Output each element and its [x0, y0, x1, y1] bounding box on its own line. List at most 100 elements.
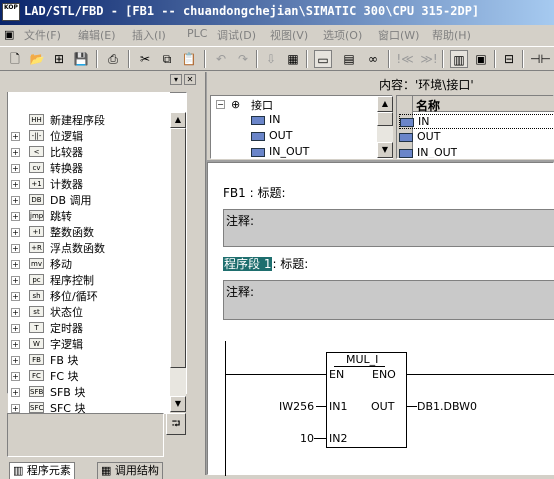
table-row[interactable]: IN_OUT [399, 146, 457, 158]
collapse-icon[interactable]: − [216, 100, 225, 109]
tree-item[interactable]: + +R 浮点数函数 [8, 240, 170, 256]
tree-item[interactable]: + DB DB 调用 [8, 192, 170, 208]
expand-icon[interactable]: + [11, 324, 20, 333]
menu-debug[interactable]: 调试(D) [217, 27, 256, 43]
expand-icon[interactable]: + [11, 212, 20, 221]
menu-options[interactable]: 选项(O) [323, 27, 362, 43]
overview-icon[interactable]: ▭ [314, 50, 332, 68]
tree-item[interactable]: + pc 程序控制 [8, 272, 170, 288]
column-header-name[interactable]: 名称 [416, 97, 440, 114]
tab-call-structure[interactable]: ▦ 调用结构 [97, 462, 163, 479]
expand-icon[interactable]: + [11, 340, 20, 349]
monitor-icon[interactable]: ▤ [340, 50, 358, 68]
help-pointer-icon[interactable]: ⮒ [166, 413, 186, 435]
tree-item[interactable]: + FB FB 块 [8, 352, 170, 368]
print-icon[interactable]: ⎙ [104, 50, 122, 68]
contact-icon[interactable]: ⊣⊢ [530, 50, 551, 68]
tree-item[interactable]: + SFB SFB 块 [8, 384, 170, 400]
in2-operand[interactable]: 10 [300, 432, 314, 445]
open-icon[interactable]: 📂 [28, 50, 46, 68]
interface-root-label[interactable]: 接口 [251, 97, 273, 112]
details-icon[interactable]: ▣ [472, 50, 490, 68]
tree-item[interactable]: + W 字逻辑 [8, 336, 170, 352]
next-error-icon[interactable]: ≫! [420, 50, 438, 68]
prev-error-icon[interactable]: !≪ [396, 50, 414, 68]
redo-icon[interactable]: ↷ [234, 50, 252, 68]
tree-item[interactable]: + SFC SFC 块 [8, 400, 170, 414]
menu-insert[interactable]: 插入(I) [132, 27, 166, 43]
tree-scrollbar[interactable]: ▲ ▼ [170, 112, 186, 412]
expand-icon[interactable]: + [11, 244, 20, 253]
in1-operand[interactable]: IW256 [279, 400, 314, 413]
expand-icon[interactable]: + [11, 292, 20, 301]
network-label[interactable]: 程序段 1 [223, 257, 273, 271]
save-icon[interactable]: 💾 [72, 50, 90, 68]
scroll-up-icon[interactable]: ▲ [170, 112, 186, 128]
cut-icon[interactable]: ✂ [136, 50, 154, 68]
interface-item-in[interactable]: IN [251, 113, 280, 128]
expand-icon[interactable]: + [11, 404, 20, 413]
table-row[interactable]: OUT [399, 130, 440, 145]
new-icon[interactable]: 🗋 [6, 50, 24, 68]
tree-item[interactable]: + sh 移位/循环 [8, 288, 170, 304]
tree-item[interactable]: + FC FC 块 [8, 368, 170, 384]
menu-view[interactable]: 视图(V) [270, 27, 308, 43]
expand-icon[interactable]: + [11, 196, 20, 205]
network-title-row[interactable]: 程序段 1: 标题: [223, 255, 308, 272]
document-menu-icon[interactable]: ▣ [4, 28, 14, 41]
expand-icon[interactable]: + [11, 372, 20, 381]
tree-item[interactable]: + mv 移动 [8, 256, 170, 272]
tree-item[interactable]: + < 比较器 [8, 144, 170, 160]
expand-icon[interactable]: + [11, 228, 20, 237]
scroll-down-icon[interactable]: ▼ [170, 396, 186, 412]
scroll-thumb[interactable] [377, 112, 393, 126]
scroll-down-icon[interactable]: ▼ [377, 142, 393, 158]
table-row[interactable]: IN [399, 114, 554, 129]
block-title[interactable]: FB1 : 标题: [223, 184, 286, 201]
tree-item[interactable]: + cv 转换器 [8, 160, 170, 176]
paste-icon[interactable]: 📋 [180, 50, 198, 68]
expand-icon[interactable]: + [11, 308, 20, 317]
panel-menu-icon[interactable]: ▾ [170, 74, 182, 85]
scroll-up-icon[interactable]: ▲ [377, 96, 393, 112]
new-network-icon[interactable]: ⊟ [500, 50, 518, 68]
expand-icon[interactable]: + [11, 260, 20, 269]
plc-online-icon[interactable]: ▦ [284, 50, 302, 68]
glasses-icon[interactable]: ∞ [364, 50, 382, 68]
network-comment-box[interactable]: 注释: [223, 280, 554, 320]
undo-icon[interactable]: ↶ [212, 50, 230, 68]
scroll-thumb[interactable] [170, 128, 186, 368]
tree-item[interactable]: + +I 整数函数 [8, 224, 170, 240]
expand-icon[interactable]: + [11, 132, 20, 141]
menu-file[interactable]: 文件(F) [24, 27, 61, 43]
expand-icon[interactable]: + [11, 388, 20, 397]
tree-item[interactable]: + T 定时器 [8, 320, 170, 336]
panel-close-icon[interactable]: ✕ [184, 74, 196, 85]
tree-item[interactable]: HH 新建程序段 [8, 112, 170, 128]
tree-item[interactable]: + jmp 跳转 [8, 208, 170, 224]
copy-icon[interactable]: ⧉ [158, 50, 176, 68]
download-icon[interactable]: ⇩ [262, 50, 280, 68]
expand-icon[interactable]: + [11, 356, 20, 365]
expand-icon[interactable]: + [11, 164, 20, 173]
tree-item[interactable]: + -||- 位逻辑 [8, 128, 170, 144]
menu-help[interactable]: 帮助(H) [432, 27, 471, 43]
tree-item-label: 跳转 [50, 210, 72, 223]
menu-plc[interactable]: PLC [187, 27, 207, 40]
interface-scrollbar[interactable]: ▲ ▼ [377, 96, 393, 158]
menu-window[interactable]: 窗口(W) [378, 27, 419, 43]
block-comment-box[interactable]: 注释: [223, 209, 554, 247]
expand-icon[interactable]: + [11, 148, 20, 157]
expand-icon[interactable]: + [11, 276, 20, 285]
interface-item-inout[interactable]: IN_OUT [251, 145, 309, 160]
network-icon[interactable]: ⊞ [50, 50, 68, 68]
code-editor[interactable]: FB1 : 标题: 注释: 程序段 1: 标题: 注释: MUL_I EN EN… [207, 162, 554, 476]
program-elements-icon[interactable]: ▥ [450, 50, 468, 68]
tree-item[interactable]: + st 状态位 [8, 304, 170, 320]
menu-edit[interactable]: 编辑(E) [78, 27, 116, 43]
tree-item[interactable]: + +1 计数器 [8, 176, 170, 192]
expand-icon[interactable]: + [11, 180, 20, 189]
out-operand[interactable]: DB1.DBW0 [417, 400, 477, 413]
tab-program-elements[interactable]: ▥ 程序元素 [9, 462, 75, 479]
interface-item-out[interactable]: OUT [251, 129, 292, 144]
